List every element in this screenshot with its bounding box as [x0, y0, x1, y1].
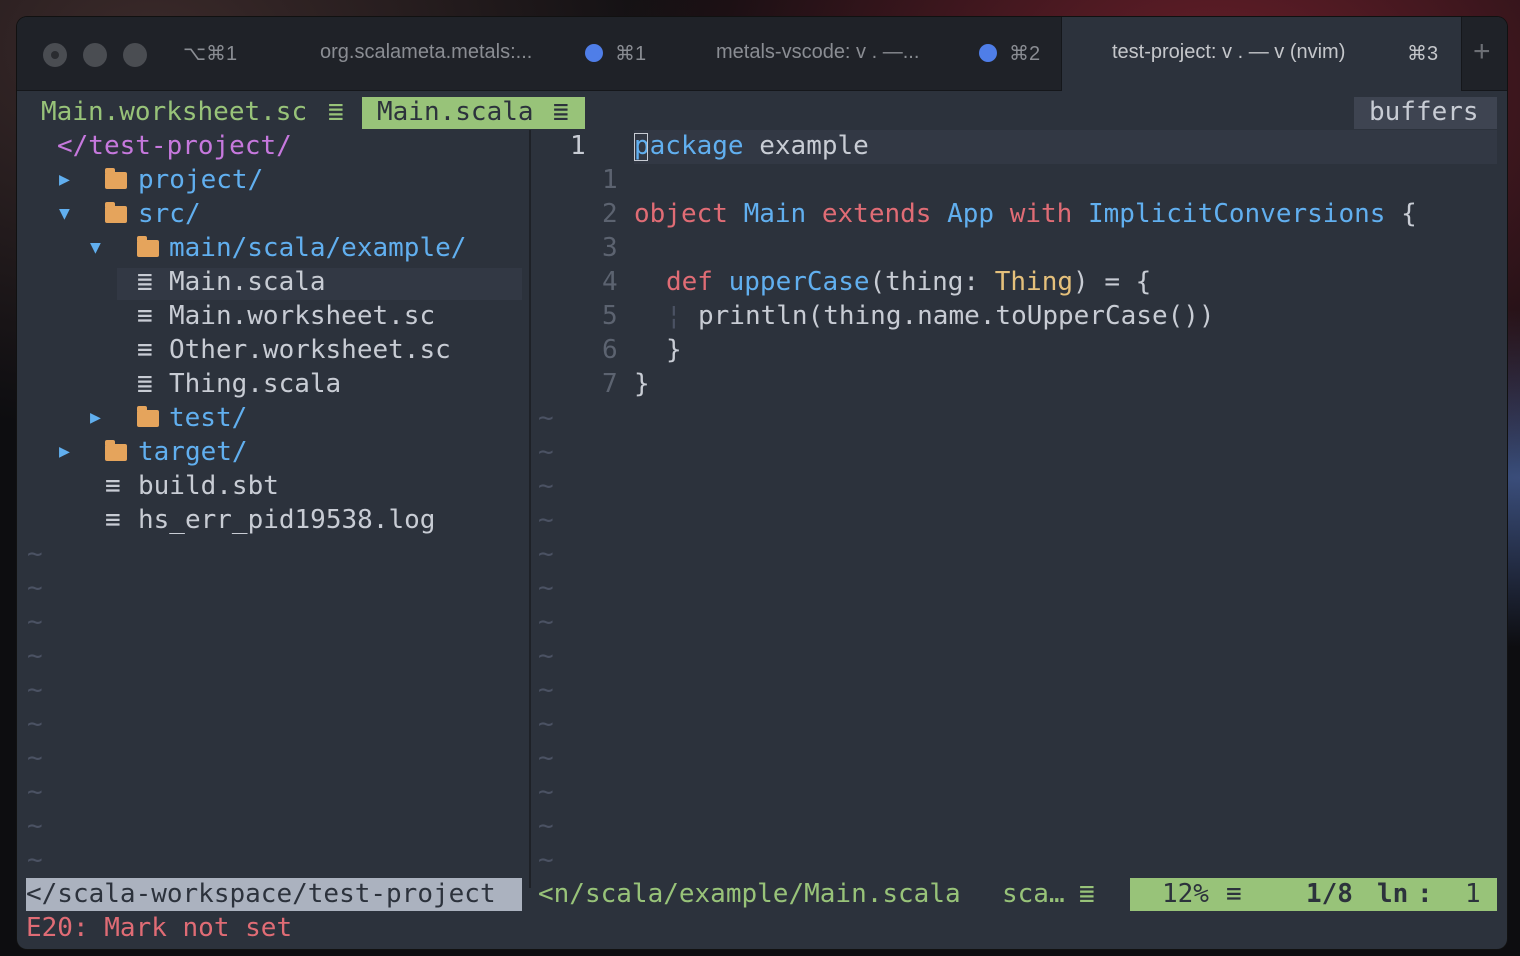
code-line-1: package example	[634, 129, 869, 163]
tab-4-title: test-project: v . — v (nvim)	[1112, 41, 1346, 63]
keyword-object: object	[634, 199, 728, 229]
vertical-split	[529, 130, 531, 888]
method-tail: ) = {	[1073, 267, 1152, 297]
keyword-extends: extends	[821, 199, 932, 229]
tab-2-title[interactable]: org.scalameta.metals:...	[320, 41, 532, 64]
tab-1-shortcut[interactable]: ⌥⌘1	[183, 41, 237, 66]
ln-label: ln	[1377, 879, 1409, 909]
code-line-5: def upperCase(thing: Thing) = {	[666, 265, 1151, 299]
text-file-icon: ≡	[105, 505, 121, 535]
buffer-tab-main-scala[interactable]: Main.scala	[377, 95, 534, 129]
folder-icon	[105, 435, 127, 469]
expanded-arrow-icon[interactable]: ▼	[90, 231, 101, 265]
line-position: 1/8	[1306, 879, 1353, 909]
collapsed-arrow-icon[interactable]: ▶	[59, 163, 70, 197]
folder-icon	[105, 197, 127, 231]
text-file-icon: ≡	[137, 335, 153, 365]
text-cursor	[634, 133, 648, 161]
object-name: Main	[743, 199, 807, 229]
param: (thing:	[869, 267, 995, 297]
scala-file-icon: ≣	[137, 369, 153, 399]
text-file-icon: ≡	[105, 471, 121, 501]
folder-icon	[137, 231, 159, 265]
tree-item-test[interactable]: test/	[169, 401, 247, 435]
tab-4-shortcut: ⌘3	[1407, 43, 1439, 65]
tree-item-main-scala[interactable]: Main.scala	[169, 265, 326, 299]
tree-item-main-worksheet[interactable]: Main.worksheet.sc	[169, 299, 435, 333]
text-file-icon: ≣	[328, 97, 344, 127]
collapsed-arrow-icon[interactable]: ▶	[90, 401, 101, 435]
line-number: 7	[602, 369, 618, 399]
method-name: upperCase	[728, 267, 870, 297]
tab-2-activity-dot	[585, 44, 603, 62]
tree-item-hs-err-log[interactable]: hs_err_pid19538.log	[138, 503, 435, 537]
tree-root[interactable]: </test-project/	[57, 129, 292, 163]
line-number: 1	[602, 165, 618, 195]
column: 1	[1465, 879, 1481, 909]
text-file-icon: ≡	[137, 301, 153, 331]
keyword-package: package	[634, 131, 744, 161]
expanded-arrow-icon[interactable]: ▼	[59, 197, 70, 231]
line-number: 2	[602, 199, 618, 229]
close-button[interactable]	[43, 43, 67, 67]
tree-item-build-sbt[interactable]: build.sbt	[138, 469, 279, 503]
tree-empty-lines: ~ ~ ~ ~ ~ ~ ~ ~ ~ ~	[27, 539, 43, 875]
menu-icon: ≡	[1226, 879, 1242, 909]
minimize-button[interactable]	[83, 43, 107, 67]
new-tab-button[interactable]: +	[1473, 35, 1491, 69]
tab-3-activity-dot	[979, 44, 997, 62]
type-thing: Thing	[994, 267, 1074, 297]
separator: :	[1417, 879, 1433, 909]
code-line-6: println(thing.name.toUpperCase())	[698, 301, 1215, 331]
keyword-def: def	[666, 267, 713, 297]
collapsed-arrow-icon[interactable]: ▶	[59, 435, 70, 469]
line-number: 4	[602, 267, 618, 297]
cwd-path: </scala-workspace/test-project	[26, 879, 496, 909]
scala-file-icon: ≣	[553, 97, 569, 127]
filetype: sca…	[1002, 879, 1065, 909]
error-message: E20: Mark not set	[26, 913, 293, 943]
tree-item-src[interactable]: src/	[138, 197, 201, 231]
type-implicit-conversions: ImplicitConversions	[1088, 199, 1386, 229]
maximize-button[interactable]	[123, 43, 147, 67]
file-path: <n/scala/example/Main.scala	[538, 879, 961, 909]
buffers-label: buffers	[1369, 97, 1479, 127]
folder-icon	[137, 401, 159, 435]
indent-guide-icon: ¦	[666, 301, 682, 331]
tree-item-project[interactable]: project/	[138, 163, 263, 197]
tree-item-target[interactable]: target/	[138, 435, 248, 469]
type-app: App	[947, 199, 995, 229]
tree-item-thing-scala[interactable]: Thing.scala	[169, 367, 341, 401]
current-line-number: 1	[570, 131, 586, 161]
code-line-3: object Main extends App with ImplicitCon…	[634, 197, 1417, 231]
scala-file-icon: ≣	[1079, 879, 1095, 909]
folder-icon	[105, 163, 127, 197]
code-line-7: }	[666, 335, 682, 365]
percent: 12%	[1162, 879, 1209, 909]
terminal-window: ⌥⌘1 org.scalameta.metals:... ⌘1 metals-v…	[17, 17, 1507, 949]
tab-3-shortcut: ⌘2	[1009, 43, 1041, 65]
tab-2-shortcut: ⌘1	[615, 43, 647, 65]
tree-item-other-worksheet[interactable]: Other.worksheet.sc	[169, 333, 451, 367]
line-number: 3	[602, 233, 618, 263]
editor-empty-lines: ~ ~ ~ ~ ~ ~ ~ ~ ~ ~ ~ ~ ~ ~	[538, 403, 554, 875]
code-line-8: }	[634, 369, 650, 399]
scala-file-icon: ≣	[137, 267, 153, 297]
tree-item-main-scala-example[interactable]: main/scala/example/	[169, 231, 466, 265]
keyword-with: with	[1009, 199, 1073, 229]
line-number: 5	[602, 301, 618, 331]
line-number: 6	[602, 335, 618, 365]
brace: {	[1401, 199, 1417, 229]
package-name: example	[743, 131, 869, 161]
buffer-tab-main-worksheet[interactable]: Main.worksheet.sc	[41, 95, 307, 129]
tab-active[interactable]: test-project: v . — v (nvim) ⌘3	[1061, 17, 1462, 91]
titlebar: ⌥⌘1 org.scalameta.metals:... ⌘1 metals-v…	[17, 17, 1507, 91]
tab-3-title[interactable]: metals-vscode: v . —...	[716, 41, 919, 64]
